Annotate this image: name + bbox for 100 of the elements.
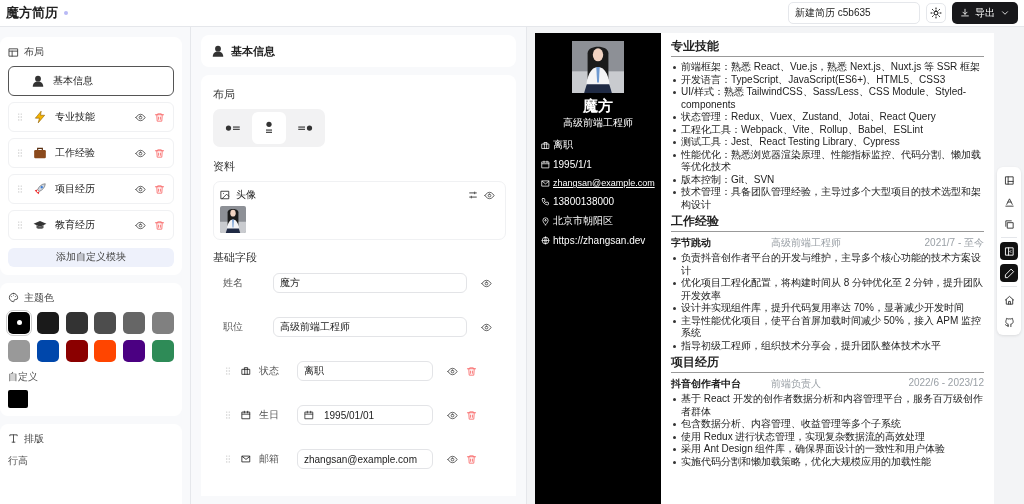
text-field[interactable]: 高级前端工程师 <box>273 317 467 337</box>
color-swatch[interactable] <box>94 339 117 362</box>
module-label: 基本信息 <box>53 74 94 88</box>
visibility-icon[interactable] <box>447 409 458 421</box>
drag-handle-icon[interactable] <box>223 410 233 420</box>
visibility-icon[interactable] <box>135 111 146 123</box>
drag-handle-icon[interactable] <box>223 366 233 376</box>
calendar-icon <box>304 410 314 420</box>
calendar-icon <box>541 160 550 169</box>
color-swatch[interactable] <box>8 339 30 362</box>
drag-handle-icon[interactable] <box>15 220 25 230</box>
app-title: 魔方简历 <box>6 4 58 22</box>
drag-handle-icon[interactable] <box>15 148 25 158</box>
bullet-text: 指导初级工程师，组织技术分享会，提升团队整体技术水平 <box>681 339 942 352</box>
color-swatch[interactable] <box>94 311 117 334</box>
bullet-text: 实施代码分割和懒加载策略，优化大规模应用的加载性能 <box>681 455 932 468</box>
section-title: 主题色 <box>24 290 54 305</box>
text-icon <box>8 433 19 444</box>
bullet-icon <box>673 282 676 285</box>
custom-color-label: 自定义 <box>8 369 39 384</box>
color-swatch[interactable] <box>36 339 59 362</box>
graduation-cap-icon <box>33 218 47 232</box>
bullet-text: 包含数据分析、内容管理、收益管理等多个子系统 <box>681 418 902 431</box>
visibility-icon[interactable] <box>481 321 492 333</box>
organization-name: 抖音创作者中台 <box>671 377 742 391</box>
contact-text: 1995/1/1 <box>553 159 592 170</box>
layout-label: 布局 <box>213 87 236 102</box>
export-button[interactable]: 导出 <box>952 2 1018 24</box>
skill-text: 性能优化：熟悉浏览器渲染原理、性能指标监控、代码分割、懒加载等优化技术 <box>681 148 982 174</box>
drag-handle-icon[interactable] <box>223 454 233 464</box>
status-dot <box>64 11 68 15</box>
visibility-icon[interactable] <box>484 189 495 201</box>
drag-handle-icon[interactable] <box>15 112 25 122</box>
visibility-icon[interactable] <box>135 183 146 195</box>
pen-button[interactable] <box>1000 264 1018 282</box>
custom-color-picker[interactable] <box>8 389 28 408</box>
fields-label: 基础字段 <box>213 250 258 265</box>
theme-toggle-button[interactable] <box>926 3 946 23</box>
resume-job-title: 高级前端工程师 <box>562 116 634 130</box>
rocket-icon <box>33 182 47 196</box>
module-item[interactable]: 教育经历 <box>8 210 174 240</box>
module-item[interactable]: 工作经验 <box>8 138 174 168</box>
sun-icon <box>930 7 942 19</box>
briefcase-icon <box>33 146 47 160</box>
color-swatch[interactable] <box>8 311 30 334</box>
drag-handle-icon[interactable] <box>15 184 25 194</box>
image-icon <box>220 190 230 200</box>
bullet-icon <box>673 307 676 310</box>
text-field[interactable]: 离职 <box>297 361 433 381</box>
bullet-icon <box>673 66 676 69</box>
bullet-text: 主导性能优化项目，使平台首屏加载时间减少 50%，接入 APM 监控系统 <box>681 314 983 340</box>
color-swatch[interactable] <box>152 311 174 334</box>
sliders-icon[interactable] <box>468 190 478 200</box>
bullet-text: 基于 React 开发的创作者数据分析和内容管理平台，服务百万级创作者群体 <box>681 393 984 418</box>
color-swatch[interactable] <box>65 311 88 334</box>
resume-name-field[interactable]: 新建简历 c5b635 <box>788 2 920 24</box>
skill-text: 测试工具：Jest、React Testing Library、Cypress <box>681 136 901 149</box>
text-field[interactable]: 魔方 <box>273 273 467 293</box>
visibility-icon[interactable] <box>481 277 492 289</box>
skill-text: 状态管理：Redux、Vuex、Zustand、Jotai、React Query <box>681 111 937 124</box>
bullet-icon <box>673 116 676 119</box>
person-icon <box>31 74 45 88</box>
bullet-icon <box>673 423 676 426</box>
bullet-icon <box>673 153 676 157</box>
module-item[interactable]: 基本信息 <box>8 66 174 96</box>
visibility-icon[interactable] <box>135 219 146 231</box>
visibility-icon[interactable] <box>447 453 458 465</box>
color-swatch[interactable] <box>123 339 146 362</box>
bullet-text: 负责抖音创作者平台的开发与维护，主导多个核心功能的技术方案设计 <box>681 252 982 277</box>
color-swatch[interactable] <box>36 311 59 334</box>
field-label: 姓名 <box>223 276 244 290</box>
bullet-text: 使用 Redux 进行状态管理，实现复杂数据流的高效处理 <box>681 430 927 443</box>
skill-text: UI/样式：熟悉 TailwindCSS、Sass/Less、CSS Module、Styled-components <box>681 86 968 111</box>
bullet-icon <box>673 398 676 401</box>
avatar-center-layout-icon[interactable] <box>252 112 286 144</box>
module-label: 教育经历 <box>55 218 96 232</box>
add-module-button[interactable]: 添加自定义模块 <box>8 247 174 267</box>
visibility-icon[interactable] <box>447 365 458 377</box>
globe-icon <box>541 236 550 245</box>
sidebar-toggle-icon <box>1003 245 1015 257</box>
email-link[interactable]: zhangsan@example.com <box>553 177 655 189</box>
color-swatch[interactable] <box>123 311 146 334</box>
date-range: 2022/6 - 2023/12 <box>908 377 984 390</box>
bullet-text: 优化项目工程化配置，将构建时间从 8 分钟优化至 2 分钟，提升团队开发效率 <box>681 277 984 302</box>
copy-icon <box>1003 218 1015 230</box>
color-swatch[interactable] <box>152 339 174 362</box>
calendar-icon <box>241 410 251 420</box>
organization-name: 字节跳动 <box>671 236 712 250</box>
visibility-icon[interactable] <box>135 147 146 159</box>
color-swatch[interactable] <box>65 339 88 362</box>
module-item[interactable]: 项目经历 <box>8 174 174 204</box>
module-item[interactable]: 专业技能 <box>8 102 174 132</box>
skill-text: 前端框架：熟悉 React、Vue.js，熟悉 Next.js、Nuxt.js 等 SSR 框架 <box>681 61 982 74</box>
date-field[interactable]: 1995/01/01 <box>297 405 433 425</box>
section-heading: 工作经验 <box>671 214 984 232</box>
bullet-icon <box>673 178 676 182</box>
bullet-icon <box>673 91 676 94</box>
sidebar-toggle-button[interactable] <box>1000 242 1018 260</box>
text-field[interactable]: zhangsan@example.com <box>297 449 433 469</box>
briefcase-icon <box>541 140 550 150</box>
